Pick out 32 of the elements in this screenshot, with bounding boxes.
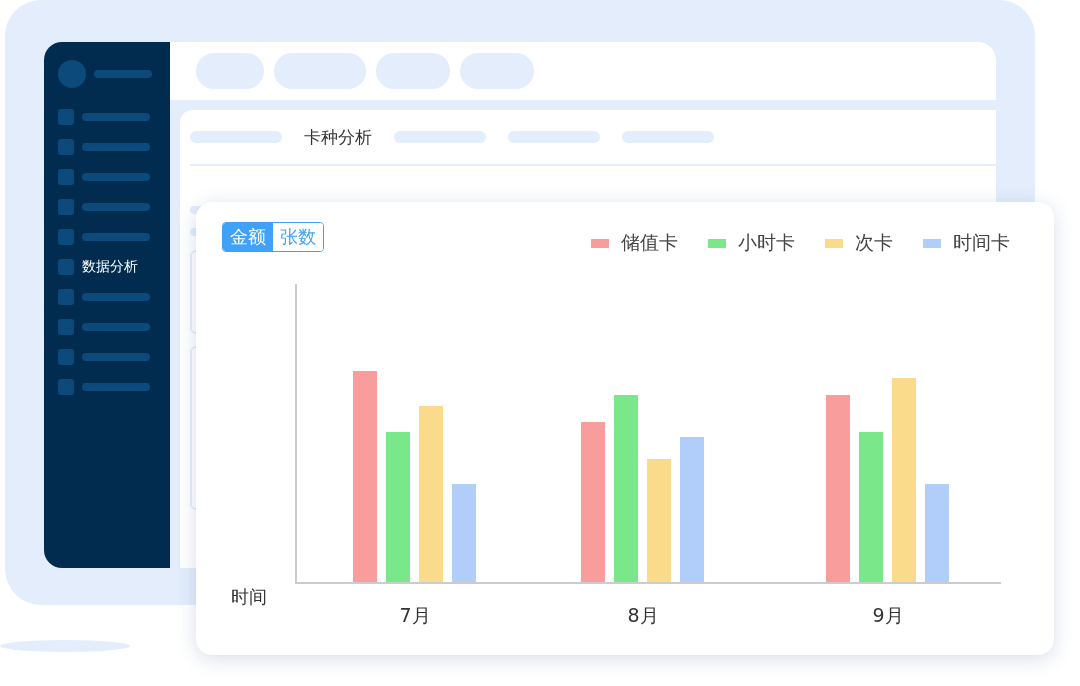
legend-label: 时间卡: [953, 230, 1010, 255]
menu-square-icon: [58, 319, 74, 335]
menu-placeholder-line: [82, 293, 150, 301]
menu-placeholder-line: [82, 233, 150, 241]
x-tick-label: 8月: [627, 604, 659, 626]
menu-square-icon: [58, 259, 74, 275]
legend-label: 小时卡: [738, 230, 795, 255]
menu-placeholder-line: [82, 353, 150, 361]
x-tick-label: 7月: [399, 604, 431, 626]
x-tick-label: 9月: [872, 604, 904, 626]
menu-square-icon: [58, 289, 74, 305]
menu-square-icon: [58, 169, 74, 185]
sidebar-item[interactable]: 数据分析: [82, 258, 138, 276]
menu-square-icon: [58, 349, 74, 365]
menu-placeholder-line: [82, 143, 150, 151]
menu-placeholder-line: [82, 383, 150, 391]
legend-label: 次卡: [855, 230, 893, 255]
menu-placeholder-line: [82, 203, 150, 211]
menu-placeholder-line: [82, 323, 150, 331]
menu-placeholder-line: [82, 113, 150, 121]
menu-square-icon: [58, 109, 74, 125]
menu-square-icon: [58, 379, 74, 395]
title-placeholder-line: [94, 70, 152, 78]
pill-placeholder: [196, 53, 264, 89]
legend-label: 储值卡: [621, 230, 678, 255]
avatar-circle: [58, 60, 86, 88]
menu-square-icon: [58, 139, 74, 155]
menu-placeholder-line: [82, 173, 150, 181]
menu-square-icon: [58, 199, 74, 215]
menu-square-icon: [58, 229, 74, 245]
tab[interactable]: 卡种分析: [304, 125, 372, 149]
axis-label: 时间: [231, 585, 267, 609]
